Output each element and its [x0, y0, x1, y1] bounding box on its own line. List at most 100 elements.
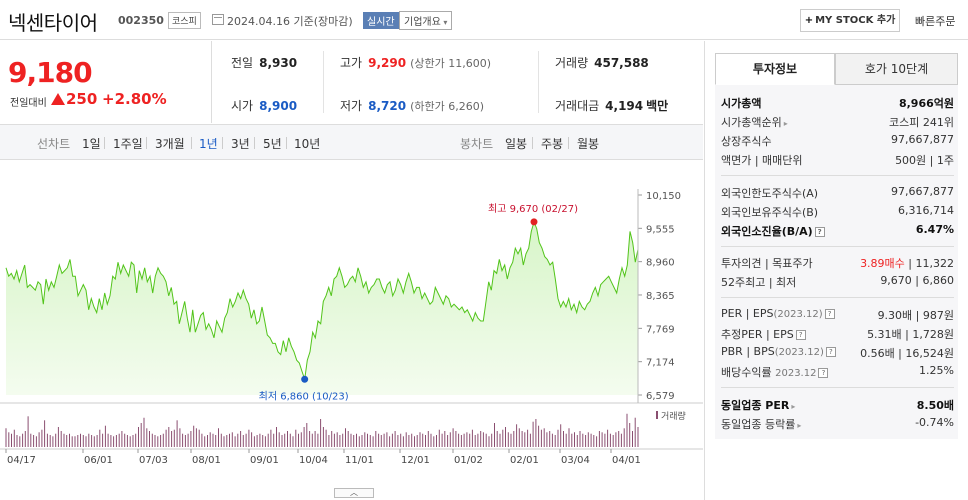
y-tick-label: 8,960	[646, 258, 675, 269]
divider	[254, 137, 255, 149]
row-foreign-limit: 외국인한도주식수(A) 97,667,877	[721, 185, 954, 200]
x-tick-label: 10/04	[299, 455, 328, 466]
row-dividend: 배당수익률 2023.12? 1.25%	[721, 364, 954, 379]
period-weekly[interactable]: 주봉	[541, 135, 563, 152]
x-tick-label: 08/01	[192, 455, 221, 466]
divider	[532, 137, 533, 149]
divider	[721, 387, 954, 388]
low-marker	[301, 375, 309, 383]
row-foreign-ratio: 외국인소진율(B/A)? 6.47%	[721, 223, 954, 238]
price-summary: 9,180 전일대비 250 +2.80%	[0, 41, 212, 123]
stock-header: 넥센타이어 002350 코스피 2024.04.16 기준(장마감) 실시간 …	[0, 0, 968, 40]
my-stock-label: MY STOCK 추가	[815, 15, 896, 26]
y-tick-label: 7,174	[646, 358, 675, 369]
help-icon[interactable]: ?	[795, 330, 806, 340]
divider	[222, 137, 223, 149]
high-annotation: 최고 9,670 (02/27)	[488, 203, 578, 215]
high-marker	[530, 218, 538, 226]
y-tick-label: 7,769	[646, 324, 675, 335]
row-estimated-per: 추정PER | EPS? 5.31배 | 1,728원	[721, 328, 954, 341]
row-per: PER | EPS(2023.12)? 9.30배 | 987원	[721, 307, 954, 322]
x-tick-label: 07/03	[139, 455, 168, 466]
x-tick-label: 04/01	[612, 455, 641, 466]
stat-prev-close: 전일 8,930	[231, 56, 298, 70]
quick-order-link[interactable]: 빠른주문	[915, 13, 955, 29]
stat-volume: 거래량 457,588	[555, 56, 649, 70]
divider	[721, 246, 954, 247]
arrow-right-icon: ▸	[791, 402, 796, 411]
y-tick-label: 8,365	[646, 291, 675, 302]
divider	[538, 51, 539, 113]
chart-period-bar: 선차트 1일 1주일 3개월 1년 3년 5년 10년 봉차트 일봉 주봉 월봉	[0, 124, 703, 160]
up-triangle-icon	[51, 93, 65, 105]
candle-chart-label: 봉차트	[460, 137, 494, 151]
divider	[104, 137, 105, 149]
row-opinion: 투자의견 | 목표주가 3.89매수 | 11,322	[721, 257, 954, 270]
x-tick-label: 09/01	[250, 455, 279, 466]
row-foreign-hold: 외국인보유주식수(B) 6,316,714	[721, 204, 954, 219]
divider	[721, 175, 954, 176]
stat-amount: 거래대금 4,194 백만	[555, 99, 669, 113]
help-icon[interactable]: ?	[824, 309, 835, 319]
x-tick-label: 06/01	[84, 455, 113, 466]
row-market-cap-rank: 시가총액순위 ▸ 코스피 241위	[721, 116, 954, 129]
price-change-percent: +2.80%	[102, 90, 167, 108]
chart-expand-button[interactable]: ︿	[334, 488, 374, 498]
row-shares: 상장주식수 97,667,877	[721, 133, 954, 148]
row-52week: 52주최고 | 최저 9,670 | 6,860	[721, 274, 954, 289]
period-daily[interactable]: 일봉	[505, 135, 527, 152]
period-1w[interactable]: 1주일	[113, 135, 143, 152]
line-chart-label: 선차트	[37, 137, 71, 151]
plus-icon: +	[804, 15, 814, 26]
stock-code: 002350	[118, 14, 164, 27]
row-pbr: PBR | BPS(2023.12)? 0.56배 | 16,524원	[721, 345, 954, 360]
arrow-right-icon: ▸	[797, 421, 802, 430]
current-price: 9,180	[8, 56, 93, 89]
arrow-right-icon: ▸	[783, 119, 788, 128]
price-stats: 전일 8,930 시가 8,900 고가 9,290 (상한가 11,600) 저가 8,…	[213, 41, 703, 123]
my-stock-add-button[interactable]: + MY STOCK 추가	[800, 9, 900, 32]
realtime-badge[interactable]: 실시간	[363, 12, 399, 29]
x-tick-label: 01/02	[454, 455, 483, 466]
help-icon[interactable]: ?	[825, 347, 836, 357]
x-tick-label: 03/04	[561, 455, 590, 466]
period-10y[interactable]: 10년	[294, 135, 320, 152]
row-sector-change: 동일업종 등락률 ▸ -0.74%	[721, 416, 954, 431]
divider	[286, 137, 287, 149]
period-5y[interactable]: 5년	[263, 135, 282, 152]
price-chart-svg: 10,150 9,555 8,960 8,365 7,769 7,174 6,579 최고 9…	[0, 189, 703, 466]
period-1d[interactable]: 1일	[82, 135, 101, 152]
stat-high: 고가 9,290 (상한가 11,600)	[340, 56, 491, 70]
x-tick-label: 04/17	[7, 455, 36, 466]
change-label: 전일대비	[10, 98, 47, 109]
x-tick-label: 12/01	[401, 455, 430, 466]
stat-open: 시가 8,900	[231, 99, 298, 113]
row-market-cap: 시가총액 8,966억원	[721, 97, 954, 110]
row-sector-per: 동일업종 PER ▸ 8.50배	[721, 399, 954, 412]
base-date: 2024.04.16 기준(장마감)	[227, 15, 353, 28]
investment-info-panel: 투자정보 호가 10단계 시가총액 8,966억원 시가총액순위 ▸ 코스피 241위…	[704, 41, 968, 500]
help-icon[interactable]: ?	[818, 368, 829, 378]
period-3m[interactable]: 3개월	[155, 135, 185, 152]
help-icon[interactable]: ?	[814, 227, 825, 237]
period-1y[interactable]: 1년	[199, 135, 218, 152]
price-chart[interactable]: 10,150 9,555 8,960 8,365 7,769 7,174 6,579 최고 9…	[0, 161, 703, 481]
market-badge: 코스피	[168, 12, 201, 29]
calendar-icon	[212, 14, 224, 25]
price-change: 250	[66, 90, 98, 108]
tab-investment-info[interactable]: 투자정보	[715, 53, 835, 85]
y-tick-label: 9,555	[646, 224, 675, 235]
tab-orderbook-10[interactable]: 호가 10단계	[835, 53, 958, 85]
y-tick-label: 6,579	[646, 391, 675, 402]
period-3y[interactable]: 3년	[231, 135, 250, 152]
x-tick-label: 02/01	[510, 455, 539, 466]
divider	[191, 137, 192, 149]
info-tabs: 투자정보 호가 10단계	[715, 53, 958, 85]
low-annotation: 최저 6,860 (10/23)	[259, 390, 349, 402]
divider	[323, 51, 324, 113]
divider	[568, 137, 569, 149]
period-monthly[interactable]: 월봉	[577, 135, 599, 152]
company-info-dropdown[interactable]: 기업개요	[399, 11, 453, 30]
stock-name: 넥센타이어	[8, 11, 98, 35]
x-tick-label: 11/01	[345, 455, 374, 466]
